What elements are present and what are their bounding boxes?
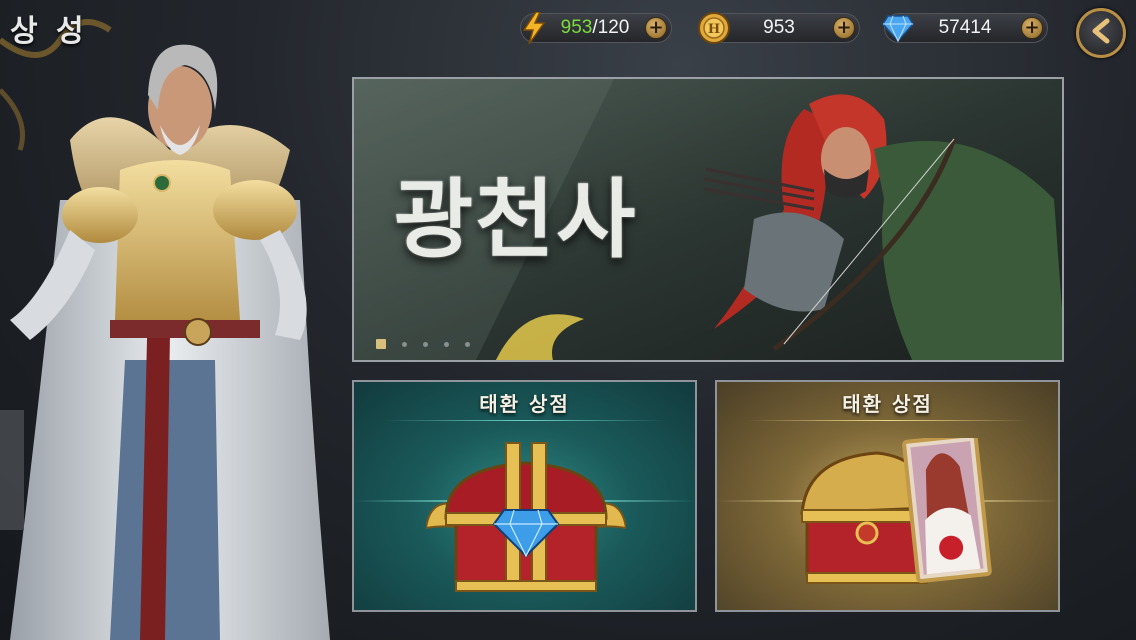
add-energy-button[interactable]: + <box>645 17 667 39</box>
banner-dot-active[interactable] <box>376 339 386 349</box>
page-title: 상 성 <box>10 14 88 49</box>
energy-current: 953 <box>560 17 593 38</box>
banner-page-indicator <box>376 339 486 349</box>
shop-card-hero[interactable]: 태환 상점 <box>715 380 1060 612</box>
banner-dot[interactable] <box>444 341 449 347</box>
title-divider <box>747 420 1028 421</box>
shop-card-gem[interactable]: 태환 상점 <box>352 380 697 612</box>
banner-title: 광천사 <box>394 170 638 270</box>
banner-dot[interactable] <box>423 341 428 347</box>
add-gems-button[interactable]: + <box>1021 17 1043 39</box>
gem-chest-icon <box>426 442 626 592</box>
featured-banner[interactable]: 광천사 <box>352 77 1064 362</box>
add-gold-button[interactable]: + <box>833 17 855 39</box>
svg-text:H: H <box>708 22 720 37</box>
shop-card-title: 태환 상점 <box>479 392 570 416</box>
banner-dot[interactable] <box>465 341 470 347</box>
gold-resource: H 953 + <box>698 12 860 44</box>
card-chest-icon <box>800 438 992 584</box>
energy-resource: 953/120 + <box>520 12 672 44</box>
energy-max: 120 <box>597 17 630 38</box>
lightning-icon <box>515 9 553 47</box>
chevron-left-icon <box>1089 18 1113 48</box>
title-divider <box>384 420 665 421</box>
shop-card-title: 태환 상점 <box>842 392 933 416</box>
diamond-icon <box>879 9 917 47</box>
npc-character-art <box>0 19 330 640</box>
banner-dot[interactable] <box>402 341 407 347</box>
back-button[interactable] <box>1076 8 1126 58</box>
gold-coin-icon: H <box>695 9 733 47</box>
gem-resource: 57414 + <box>882 13 1048 43</box>
